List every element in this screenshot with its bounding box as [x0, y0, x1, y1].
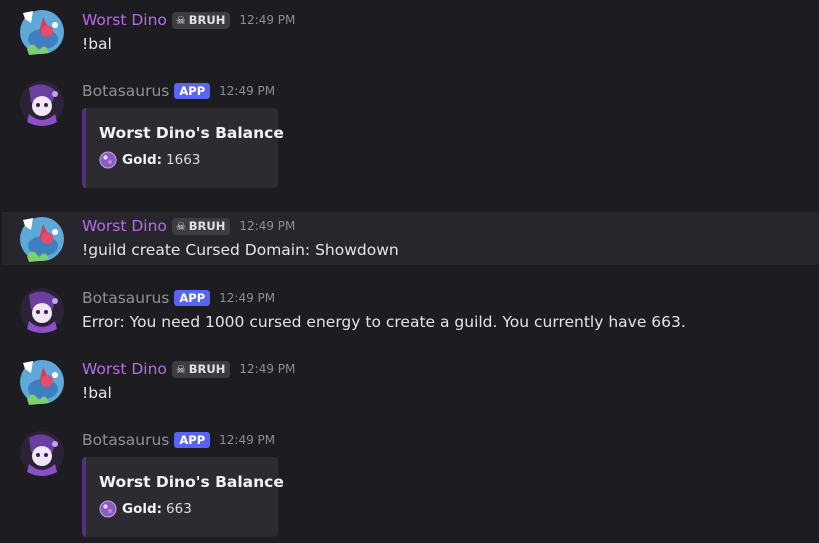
timestamp[interactable]: 12:49 PM: [219, 291, 275, 305]
crystal-ball-icon: [99, 500, 117, 518]
embed-field-label: Gold:: [122, 152, 163, 168]
message-item: Botasaurus APP 12:49 PM Worst Dino's Bal…: [0, 421, 819, 543]
botasaurus-avatar-icon: [20, 81, 64, 126]
avatar[interactable]: [19, 430, 65, 476]
message-header: Botasaurus APP 12:49 PM: [82, 429, 275, 451]
balance-embed: Worst Dino's Balance Gold: 663: [82, 457, 284, 537]
avatar[interactable]: [19, 9, 65, 55]
guild-tag-label: BRUH: [188, 362, 226, 376]
message-item: Worst Dino ☠ BRUH 12:49 PM !bal: [0, 0, 819, 68]
message-text: !guild create Cursed Domain: Showdown: [82, 241, 399, 259]
message-header: Botasaurus APP 12:49 PM: [82, 80, 275, 102]
skull-icon: ☠: [175, 219, 186, 233]
username[interactable]: Botasaurus: [82, 430, 169, 450]
message-header: Worst Dino ☠ BRUH 12:49 PM: [82, 9, 295, 31]
balance-embed: Worst Dino's Balance Gold: 1663: [82, 108, 284, 188]
embed-title: Worst Dino's Balance: [99, 124, 284, 142]
timestamp[interactable]: 12:49 PM: [239, 362, 295, 376]
embed-title: Worst Dino's Balance: [99, 473, 284, 491]
timestamp[interactable]: 12:49 PM: [219, 433, 275, 447]
username[interactable]: Botasaurus: [82, 288, 169, 308]
message-item: Botasaurus APP 12:49 PM Error: You need …: [0, 278, 819, 338]
guild-tag[interactable]: ☠ BRUH: [171, 11, 231, 29]
guild-tag[interactable]: ☠ BRUH: [171, 217, 231, 235]
avatar[interactable]: [19, 287, 65, 333]
message-text: Error: You need 1000 cursed energy to cr…: [82, 313, 686, 331]
embed-field-gold: Gold: 663: [99, 500, 192, 518]
timestamp[interactable]: 12:49 PM: [239, 219, 295, 233]
guild-tag[interactable]: ☠ BRUH: [171, 360, 231, 378]
app-badge: APP: [174, 83, 211, 99]
guild-tag-label: BRUH: [188, 13, 226, 27]
crystal-ball-icon: [99, 151, 117, 169]
dino-avatar-icon: [20, 10, 64, 55]
embed-field-gold: Gold: 1663: [99, 151, 200, 169]
message-header: Worst Dino ☠ BRUH 12:49 PM: [82, 358, 295, 380]
skull-icon: ☠: [175, 362, 186, 376]
embed-field-value: 1663: [166, 152, 201, 168]
avatar[interactable]: [19, 216, 65, 262]
embed-field-label: Gold:: [122, 501, 163, 517]
avatar[interactable]: [19, 359, 65, 405]
username[interactable]: Worst Dino: [82, 10, 167, 30]
timestamp[interactable]: 12:49 PM: [219, 84, 275, 98]
embed-field-value: 663: [166, 501, 192, 517]
message-text: !bal: [82, 35, 112, 53]
message-item: Worst Dino ☠ BRUH 12:49 PM !guild create…: [2, 212, 819, 265]
guild-tag-label: BRUH: [188, 219, 226, 233]
message-header: Botasaurus APP 12:49 PM: [82, 287, 275, 309]
message-text: !bal: [82, 384, 112, 402]
username[interactable]: Botasaurus: [82, 81, 169, 101]
app-badge: APP: [174, 432, 211, 448]
avatar[interactable]: [19, 80, 65, 126]
message-item: Botasaurus APP 12:49 PM Worst Dino's Bal…: [0, 70, 819, 200]
message-header: Worst Dino ☠ BRUH 12:49 PM: [82, 215, 295, 237]
username[interactable]: Worst Dino: [82, 359, 167, 379]
timestamp[interactable]: 12:49 PM: [239, 13, 295, 27]
dino-avatar-icon: [20, 217, 64, 262]
botasaurus-avatar-icon: [20, 288, 64, 333]
chat-messages: Worst Dino ☠ BRUH 12:49 PM !bal Botasaur…: [0, 0, 819, 543]
username[interactable]: Worst Dino: [82, 216, 167, 236]
dino-avatar-icon: [20, 360, 64, 405]
app-badge: APP: [174, 290, 211, 306]
botasaurus-avatar-icon: [20, 431, 64, 476]
skull-icon: ☠: [175, 13, 186, 27]
message-item: Worst Dino ☠ BRUH 12:49 PM !bal: [0, 350, 819, 410]
